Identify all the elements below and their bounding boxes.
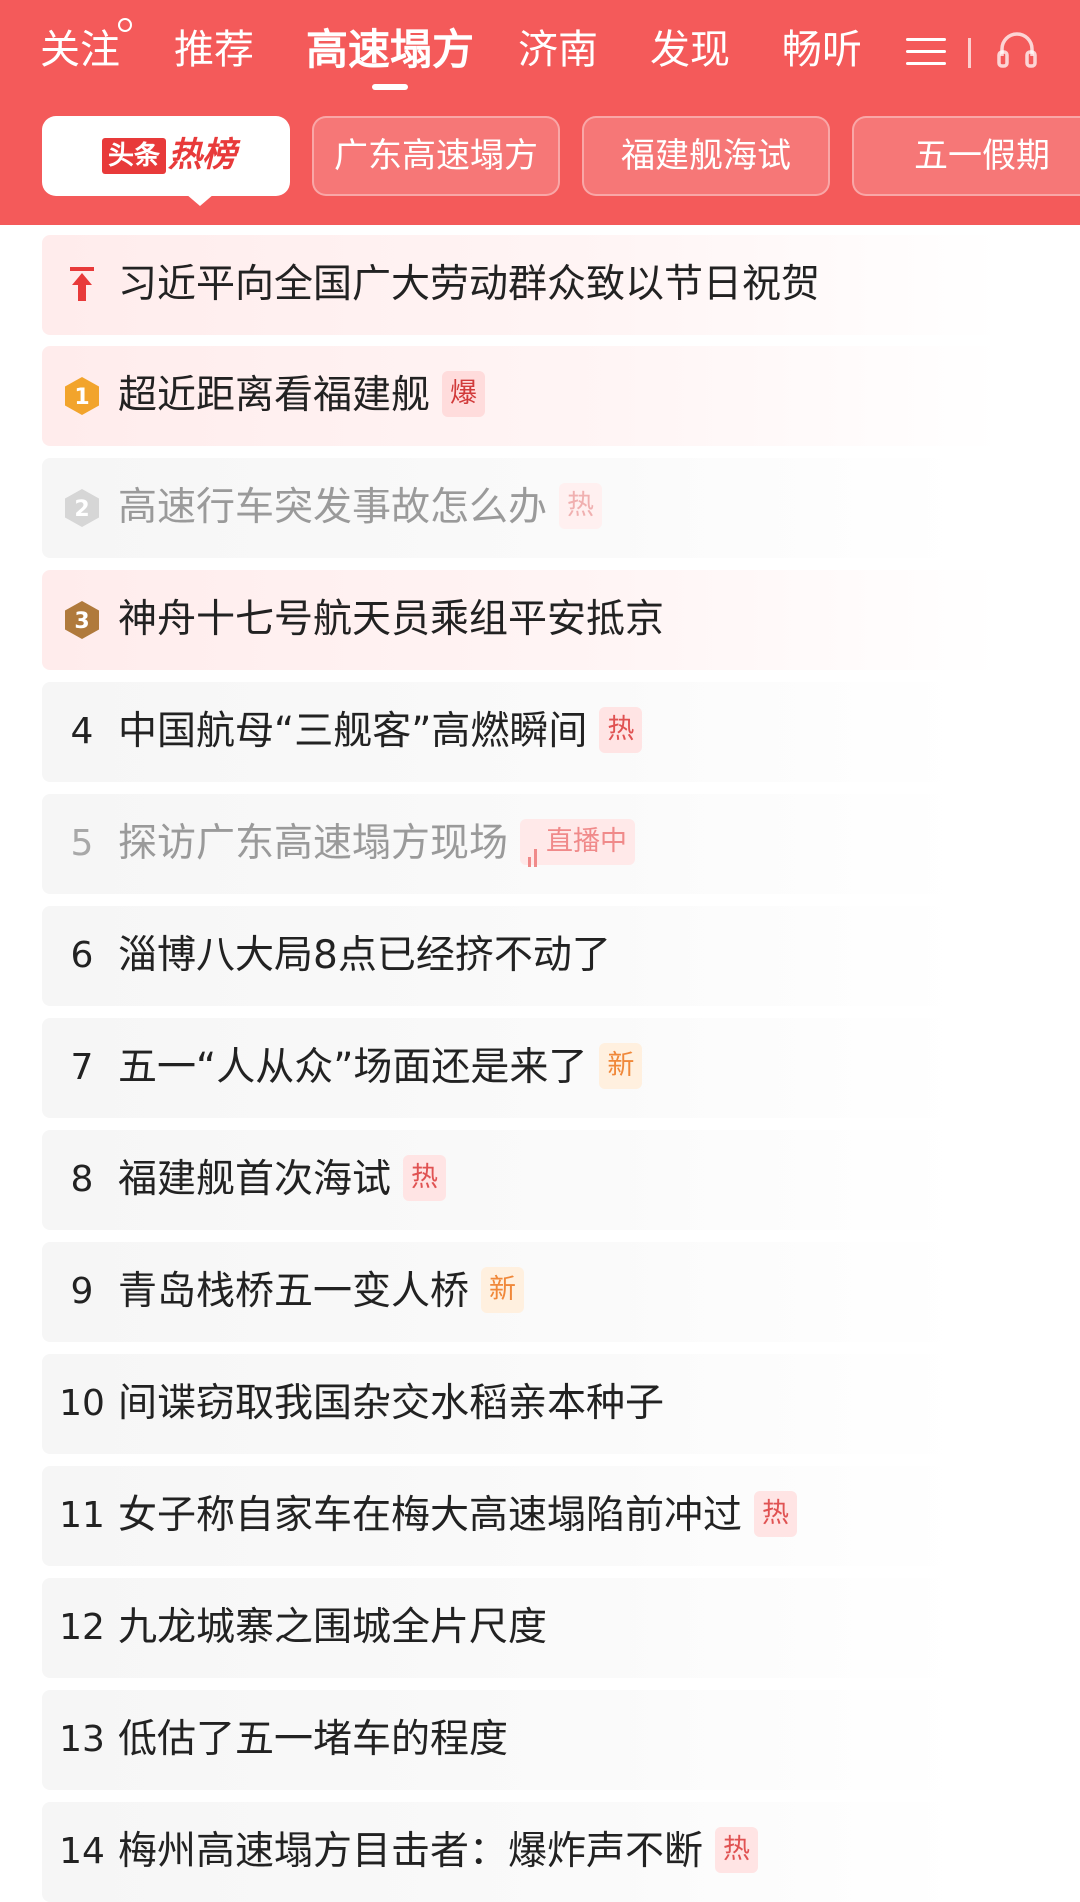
list-item[interactable]: 7 五一“人从众”场面还是来了新 (42, 1018, 962, 1118)
toutiao-logo: 头条 (102, 138, 167, 174)
list-item-title: 五一“人从众”场面还是来了 (118, 1045, 588, 1090)
top-navigation: 关注 推荐 高速塌方 济南 发现 畅听 头条 热榜 广东高速塌方 福建舰海试 五… (0, 0, 1080, 225)
rank-number: 13 (59, 1719, 105, 1760)
list-item[interactable]: 12 九龙城寨之围城全片尺度 (42, 1578, 962, 1678)
hot-topic-chips: 头条 热榜 广东高速塌方 福建舰海试 五一假期 (0, 116, 1080, 206)
list-item[interactable]: 13 低估了五一堵车的程度 (42, 1690, 962, 1790)
list-item[interactable]: 5 探访广东高速塌方现场 直播中 (42, 794, 962, 894)
hot-badge: 热 (715, 1826, 759, 1873)
live-badge: 直播中 (520, 818, 636, 867)
list-item-title: 梅州高速塌方目击者：爆炸声不断 (118, 1829, 704, 1874)
new-badge: 新 (481, 1266, 525, 1313)
list-item-title: 女子称自家车在梅大高速塌陷前冲过 (118, 1493, 743, 1538)
list-item-title: 中国航母“三舰客”高燃瞬间 (118, 709, 588, 754)
svg-text:1: 1 (74, 385, 89, 410)
list-item-pinned[interactable]: 习近平向全国广大劳动群众致以节日祝贺 (42, 235, 1002, 335)
list-item[interactable]: 9 青岛栈桥五一变人桥新 (42, 1242, 962, 1342)
silver-medal-icon: 2 (62, 488, 102, 528)
list-item[interactable]: 11 女子称自家车在梅大高速塌陷前冲过热 (42, 1466, 962, 1566)
list-item[interactable]: 2 高速行车突发事故怎么办热 (42, 458, 962, 558)
svg-text:2: 2 (74, 497, 89, 522)
hot-badge: 热 (599, 706, 643, 753)
list-item[interactable]: 10 间谍窃取我国杂交水稻亲本种子 (42, 1354, 962, 1454)
hot-list-label: 热榜 (168, 135, 236, 175)
rank-number: 10 (59, 1383, 105, 1424)
list-item-title: 福建舰首次海试 (118, 1157, 392, 1202)
rank-number: 8 (70, 1159, 94, 1200)
hot-badge: 热 (403, 1154, 447, 1201)
list-item-title: 九龙城寨之围城全片尺度 (118, 1605, 548, 1650)
chip-mayday-holiday[interactable]: 五一假期 (852, 116, 1080, 196)
rank-number: 4 (70, 711, 94, 752)
active-tab-indicator (372, 84, 408, 90)
list-item[interactable]: 8 福建舰首次海试热 (42, 1130, 962, 1230)
hot-badge: 热 (559, 482, 603, 529)
menu-icon[interactable] (906, 36, 946, 68)
chip-pointer (186, 194, 214, 206)
rank-number: 5 (70, 823, 94, 864)
list-item-title: 高速行车突发事故怎么办 (118, 485, 548, 530)
hot-list-chip[interactable]: 头条 热榜 (42, 116, 290, 206)
live-bars-icon (528, 821, 540, 867)
nav-divider (968, 38, 971, 68)
rank-number: 14 (59, 1831, 105, 1872)
list-item[interactable]: 1 超近距离看福建舰爆 (42, 346, 1002, 446)
list-item-title: 低估了五一堵车的程度 (118, 1717, 509, 1762)
svg-text:3: 3 (74, 609, 89, 634)
rank-number: 12 (59, 1607, 105, 1648)
rank-number: 7 (70, 1047, 94, 1088)
tab-listen[interactable]: 畅听 (782, 22, 862, 78)
tab-highway-collapse[interactable]: 高速塌方 (306, 22, 474, 78)
list-item-title: 神舟十七号航天员乘组平安抵京 (118, 597, 665, 642)
list-item-title: 探访广东高速塌方现场 (118, 821, 509, 866)
list-item[interactable]: 6 淄博八大局8点已经挤不动了 (42, 906, 962, 1006)
headphone-icon[interactable] (992, 24, 1042, 74)
pinned-top-icon (66, 263, 98, 307)
list-item[interactable]: 3 神舟十七号航天员乘组平安抵京 (42, 570, 1002, 670)
list-item-title: 青岛栈桥五一变人桥 (118, 1269, 470, 1314)
bronze-medal-icon: 3 (62, 600, 102, 640)
rank-number: 6 (70, 935, 94, 976)
tab-discover[interactable]: 发现 (650, 22, 730, 78)
list-item-title: 超近距离看福建舰 (118, 373, 431, 418)
chip-guangdong-highway[interactable]: 广东高速塌方 (312, 116, 560, 196)
list-item-title: 间谍窃取我国杂交水稻亲本种子 (118, 1381, 665, 1426)
channel-tabs: 关注 推荐 高速塌方 济南 发现 畅听 (0, 0, 1080, 110)
chip-fujian-carrier[interactable]: 福建舰海试 (582, 116, 830, 196)
unread-dot-icon (118, 18, 132, 32)
rank-number: 9 (70, 1271, 94, 1312)
rank-number: 11 (59, 1495, 105, 1536)
new-badge: 新 (599, 1042, 643, 1089)
list-item[interactable]: 14 梅州高速塌方目击者：爆炸声不断热 (42, 1802, 962, 1902)
boom-badge: 爆 (442, 370, 486, 417)
list-item-title: 习近平向全国广大劳动群众致以节日祝贺 (118, 262, 821, 307)
gold-medal-icon: 1 (62, 376, 102, 416)
tab-jinan[interactable]: 济南 (518, 22, 598, 78)
tab-follow[interactable]: 关注 (40, 22, 120, 78)
tab-recommend[interactable]: 推荐 (174, 22, 254, 78)
list-item[interactable]: 4 中国航母“三舰客”高燃瞬间热 (42, 682, 962, 782)
hot-badge: 热 (754, 1490, 798, 1537)
list-item-title: 淄博八大局8点已经挤不动了 (118, 933, 611, 978)
